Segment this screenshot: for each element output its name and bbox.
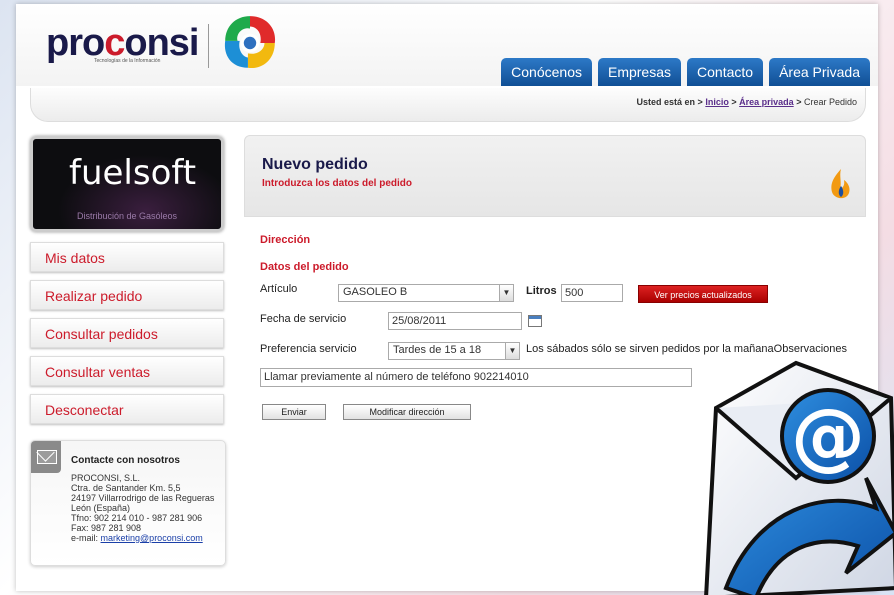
svg-text:@: @ bbox=[791, 393, 865, 479]
sidebar-item-consultar-pedidos[interactable]: Consultar pedidos bbox=[30, 318, 224, 348]
observaciones-label: Observaciones bbox=[773, 343, 848, 355]
logo-divider bbox=[208, 24, 210, 68]
order-header-panel: Nuevo pedido Introduzca los datos del pe… bbox=[244, 135, 866, 217]
tab-empresas[interactable]: Empresas bbox=[597, 58, 682, 86]
contact-title: Contacte con nosotros bbox=[71, 455, 180, 466]
mail-icon bbox=[31, 441, 61, 473]
breadcrumb-current: Crear Pedido bbox=[803, 97, 857, 107]
articulo-select[interactable]: GASOLEO B ▼ bbox=[338, 284, 514, 302]
logo-mark-icon bbox=[225, 16, 276, 69]
preferencia-select[interactable]: Tardes de 15 a 18 ▼ bbox=[388, 342, 520, 360]
tab-conocenos[interactable]: Conócenos bbox=[501, 58, 592, 86]
tab-area-privada[interactable]: Área Privada bbox=[769, 58, 870, 86]
flame-icon bbox=[831, 169, 850, 199]
logo-wordmark: proconsi bbox=[46, 22, 199, 64]
litros-label: Litros bbox=[526, 285, 557, 297]
top-nav-tabs: Conócenos Empresas Contacto Área Privada bbox=[501, 58, 870, 86]
breadcrumb: Usted está en > Inicio > Área privada > … bbox=[636, 97, 858, 107]
fuelsoft-tagline: Distribución de Gasóleos bbox=[76, 211, 178, 221]
calendar-icon[interactable] bbox=[528, 315, 542, 327]
sidebar-item-mis-datos[interactable]: Mis datos bbox=[30, 242, 224, 272]
breadcrumb-bar: Usted está en > Inicio > Área privada > … bbox=[30, 88, 866, 122]
proconsi-logo[interactable]: proconsi Tecnologías de la Información bbox=[46, 16, 281, 74]
contact-email-link[interactable]: marketing@proconsi.com bbox=[101, 533, 203, 543]
fecha-label: Fecha de servicio bbox=[260, 313, 347, 325]
fuelsoft-banner: fuelsoft Distribución de Gasóleos bbox=[30, 136, 224, 232]
preferencia-label: Preferencia servicio bbox=[260, 343, 357, 355]
page-title: Nuevo pedido bbox=[262, 156, 368, 173]
modificar-direccion-button[interactable]: Modificar dirección bbox=[343, 404, 471, 420]
litros-input[interactable]: 500 bbox=[561, 284, 623, 302]
articulo-label: Artículo bbox=[260, 283, 298, 295]
sidebar-menu: Mis datos Realizar pedido Consultar pedi… bbox=[30, 242, 224, 432]
section-datos-pedido: Datos del pedido bbox=[260, 261, 349, 273]
section-direccion[interactable]: Dirección bbox=[260, 234, 310, 246]
logo-subtitle: Tecnologías de la Información bbox=[94, 58, 161, 64]
header: proconsi Tecnologías de la Información C… bbox=[16, 4, 878, 86]
sidebar-item-desconectar[interactable]: Desconectar bbox=[30, 394, 224, 424]
email-envelope-icon: @ bbox=[704, 360, 894, 595]
fuelsoft-logo-text: fuelsoft bbox=[69, 153, 197, 193]
sidebar-item-realizar-pedido[interactable]: Realizar pedido bbox=[30, 280, 224, 310]
fecha-input[interactable]: 25/08/2011 bbox=[388, 312, 522, 330]
enviar-button[interactable]: Enviar bbox=[262, 404, 326, 420]
observaciones-input[interactable]: Llamar previamente al número de teléfono… bbox=[260, 368, 692, 387]
tab-contacto[interactable]: Contacto bbox=[687, 58, 764, 86]
contact-details: PROCONSI, S.L. Ctra. de Santander Km. 5,… bbox=[71, 473, 215, 543]
breadcrumb-link-area-privada[interactable]: Área privada bbox=[739, 97, 794, 107]
chevron-down-icon: ▼ bbox=[505, 343, 519, 359]
sabados-note: Los sábados sólo se sirven pedidos por l… bbox=[526, 343, 848, 355]
page-subtitle: Introduzca los datos del pedido bbox=[262, 178, 413, 189]
ver-precios-button[interactable]: Ver precios actualizados bbox=[638, 285, 768, 303]
sidebar-item-consultar-ventas[interactable]: Consultar ventas bbox=[30, 356, 224, 386]
contact-box: Contacte con nosotros PROCONSI, S.L. Ctr… bbox=[30, 440, 226, 566]
chevron-down-icon: ▼ bbox=[499, 285, 513, 301]
breadcrumb-link-inicio[interactable]: Inicio bbox=[705, 97, 729, 107]
